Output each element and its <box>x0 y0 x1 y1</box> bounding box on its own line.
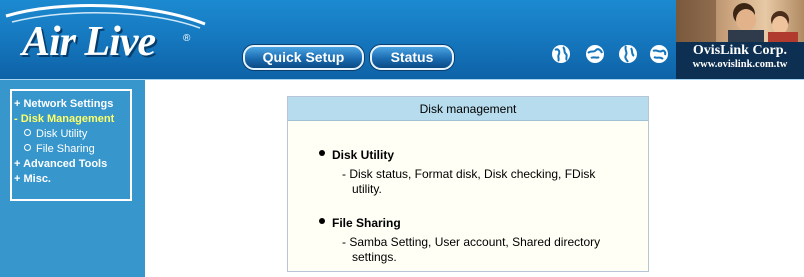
section-desc-line: utility. <box>352 182 382 196</box>
sidebar-item-file-sharing[interactable]: File Sharing <box>24 143 95 155</box>
sidebar-item-disk-management[interactable]: - Disk Management <box>14 113 114 125</box>
sidebar-item-network-settings[interactable]: + Network Settings <box>14 98 113 110</box>
panel-title: Disk management <box>419 102 517 116</box>
airlive-logo: Air Live <box>22 19 156 65</box>
globe-icon <box>552 45 570 63</box>
section-desc-line: - Samba Setting, User account, Shared di… <box>342 235 601 249</box>
section-desc-line: - Disk status, Format disk, Disk checkin… <box>342 167 596 181</box>
globe-icon <box>619 45 637 63</box>
sidebar-item-misc[interactable]: + Misc. <box>14 173 51 185</box>
panel-header: Disk management <box>288 97 648 121</box>
circle-bullet-icon <box>24 144 31 151</box>
brand-name: OvisLink Corp. <box>692 43 788 58</box>
registered-mark: ® <box>183 33 191 44</box>
sidebar-subitem-label: File Sharing <box>36 143 95 155</box>
globe-icon <box>586 45 604 63</box>
status-button[interactable]: Status <box>370 45 454 70</box>
bullet-icon <box>319 150 325 156</box>
header-banner: Air Live ® Quick Setup Status OvisLink C… <box>0 0 804 80</box>
header-photo <box>676 0 804 42</box>
disk-management-panel: Disk management Disk Utility - Disk stat… <box>287 96 649 272</box>
sidebar-item-disk-utility[interactable]: Disk Utility <box>24 128 87 140</box>
section-title-disk-utility: Disk Utility <box>332 148 395 162</box>
sidebar-subitem-label: Disk Utility <box>36 128 88 140</box>
quick-setup-button[interactable]: Quick Setup <box>243 45 364 70</box>
section-title-file-sharing: File Sharing <box>332 216 401 230</box>
globe-icon <box>650 45 668 63</box>
section-desc-line: settings. <box>352 250 397 264</box>
brand-url[interactable]: www.ovislink.com.tw <box>680 59 800 70</box>
sidebar-item-advanced-tools[interactable]: + Advanced Tools <box>14 158 107 170</box>
bullet-icon <box>319 218 325 224</box>
circle-bullet-icon <box>24 129 31 136</box>
